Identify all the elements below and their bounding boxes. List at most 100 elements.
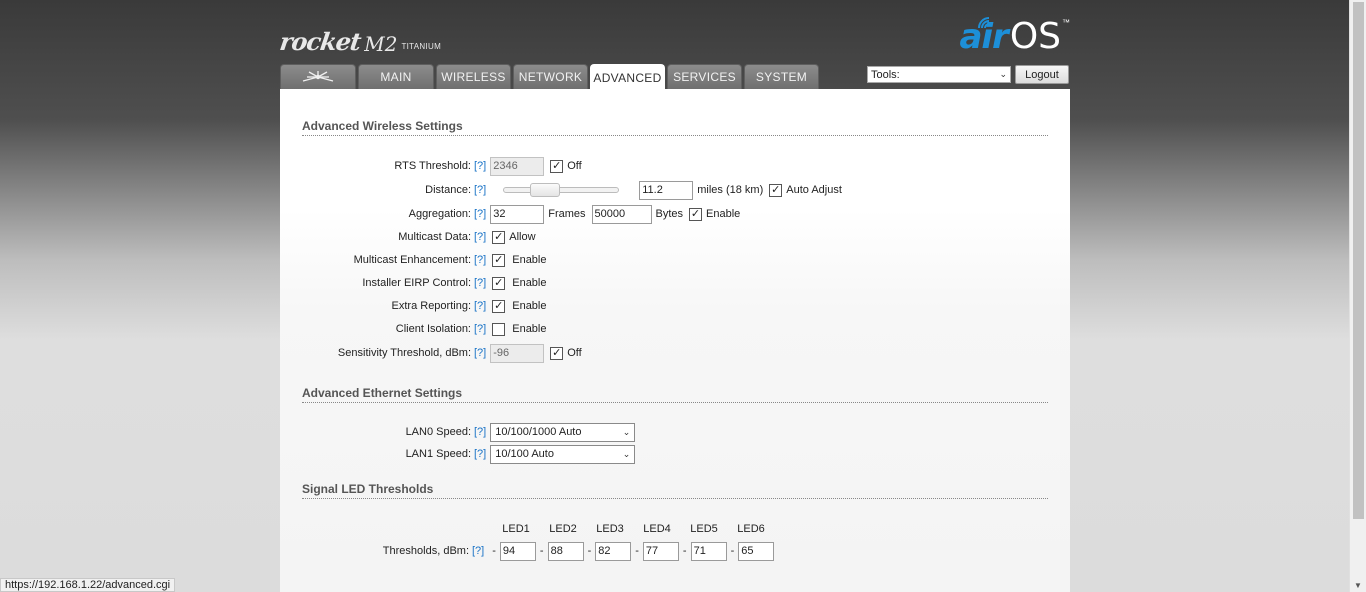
main-tabs: MAIN WIRELESS NETWORK ADVANCED SERVICES … — [280, 64, 819, 90]
lan0-speed-label: LAN0 Speed: — [405, 426, 471, 438]
led-thresholds-row: Thresholds, dBm: [?] - 94 - 88 - 82 - 77… — [280, 541, 775, 561]
tab-wireless[interactable]: WIRELESS — [436, 64, 511, 89]
help-link[interactable]: [?] — [472, 545, 484, 557]
lan0-speed-select[interactable]: 10/100/1000 Auto ⌄ — [490, 422, 636, 442]
multicast-data-checkbox[interactable]: ✓ — [492, 230, 506, 244]
lan1-speed-label: LAN1 Speed: — [405, 448, 471, 460]
multicast-enhancement-checkbox[interactable]: ✓ — [492, 253, 506, 267]
extra-reporting-option: Enable — [512, 300, 547, 312]
led-thresholds-label: Thresholds, dBm: — [382, 545, 469, 557]
led3-threshold-input[interactable]: 82 — [595, 541, 632, 561]
led-header: LED1 — [502, 523, 530, 535]
lan0-speed-value: 10/100/1000 Auto — [495, 426, 582, 438]
dash-separator: - — [730, 545, 735, 557]
settings-panel: Advanced Wireless Settings RTS Threshold… — [280, 89, 1070, 592]
tools-dropdown-value: Tools: — [871, 68, 900, 81]
distance-row: Distance: [?] 11.2 miles (18 km) ✓ Auto … — [280, 180, 842, 200]
help-link[interactable]: [?] — [474, 448, 486, 460]
led-header: LED6 — [737, 523, 765, 535]
aggregation-bytes-input[interactable]: 50000 — [591, 204, 652, 224]
chevron-down-icon: ⌄ — [622, 448, 631, 459]
help-link[interactable]: [?] — [474, 323, 486, 335]
led4-threshold-input[interactable]: 77 — [642, 541, 679, 561]
led5-threshold-input[interactable]: 71 — [690, 541, 727, 561]
tab-services[interactable]: SERVICES — [667, 64, 742, 89]
distance-input[interactable]: 11.2 — [639, 180, 694, 200]
frames-label: Frames — [548, 208, 586, 220]
product-logo: rocket M2 TITANIUM — [277, 27, 441, 56]
client-isolation-checkbox[interactable] — [492, 322, 506, 336]
help-link[interactable]: [?] — [474, 347, 486, 359]
help-link[interactable]: [?] — [474, 160, 486, 172]
sensitivity-off-checkbox[interactable]: ✓ — [550, 346, 564, 360]
help-link[interactable]: [?] — [474, 277, 486, 289]
help-link[interactable]: [?] — [474, 231, 486, 243]
aggregation-enable-checkbox[interactable]: ✓ — [689, 207, 703, 221]
led-header: LED2 — [549, 523, 577, 535]
section-title-wireless: Advanced Wireless Settings — [302, 119, 1048, 136]
dash-separator: - — [539, 545, 544, 557]
lan1-speed-row: LAN1 Speed: [?] 10/100 Auto ⌄ — [280, 444, 636, 464]
multicast-enhancement-row: Multicast Enhancement: [?] ✓ Enable — [280, 250, 547, 270]
wifi-signal-icon — [978, 17, 990, 29]
extra-reporting-checkbox[interactable]: ✓ — [492, 299, 506, 313]
rts-threshold-input[interactable]: 2346 — [490, 156, 545, 176]
rts-off-checkbox[interactable]: ✓ — [550, 159, 564, 173]
help-link[interactable]: [?] — [474, 208, 486, 220]
rts-off-label: Off — [567, 160, 582, 172]
product-model-name: rocket — [277, 27, 363, 56]
airos-logo-air: air — [959, 17, 1009, 56]
ubiquiti-logo-icon — [302, 71, 334, 82]
lan1-speed-value: 10/100 Auto — [495, 448, 554, 460]
help-link[interactable]: [?] — [474, 300, 486, 312]
dash-separator: - — [682, 545, 687, 557]
tab-main[interactable]: MAIN — [358, 64, 434, 89]
section-title-ethernet: Advanced Ethernet Settings — [302, 386, 1048, 403]
auto-adjust-label: Auto Adjust — [786, 184, 842, 196]
led-header: LED5 — [690, 523, 718, 535]
logout-button[interactable]: Logout — [1015, 65, 1069, 84]
aggregation-row: Aggregation: [?] 32 Frames 50000 Bytes ✓… — [280, 204, 740, 224]
aggregation-enable-label: Enable — [706, 208, 741, 220]
tab-ubiquiti-logo[interactable] — [280, 64, 356, 89]
distance-slider-handle[interactable] — [530, 183, 561, 197]
distance-slider[interactable] — [503, 183, 620, 197]
distance-label: Distance: — [425, 184, 471, 196]
sensitivity-input[interactable]: -96 — [490, 343, 545, 363]
multicast-data-row: Multicast Data: [?] ✓ Allow — [280, 227, 536, 247]
installer-eirp-checkbox[interactable]: ✓ — [492, 276, 506, 290]
tab-system[interactable]: SYSTEM — [744, 64, 819, 89]
led6-threshold-input[interactable]: 65 — [738, 541, 775, 561]
help-link[interactable]: [?] — [474, 426, 486, 438]
tab-advanced[interactable]: ADVANCED — [590, 64, 665, 90]
led-header: LED3 — [596, 523, 624, 535]
scroll-down-arrow-icon[interactable]: ▼ — [1354, 581, 1362, 590]
client-isolation-option: Enable — [512, 323, 547, 335]
tab-network[interactable]: NETWORK — [513, 64, 588, 89]
installer-eirp-row: Installer EIRP Control: [?] ✓ Enable — [280, 273, 547, 293]
extra-reporting-row: Extra Reporting: [?] ✓ Enable — [280, 296, 547, 316]
led-header: LED4 — [643, 523, 671, 535]
dash-separator: - — [492, 545, 496, 557]
auto-adjust-checkbox[interactable]: ✓ — [769, 183, 783, 197]
lan1-speed-select[interactable]: 10/100 Auto ⌄ — [490, 444, 636, 464]
section-title-led: Signal LED Thresholds — [302, 482, 1048, 499]
led2-threshold-input[interactable]: 88 — [547, 541, 584, 561]
aggregation-label: Aggregation: — [408, 208, 471, 220]
rts-threshold-label: RTS Threshold: — [394, 160, 471, 172]
lan0-speed-row: LAN0 Speed: [?] 10/100/1000 Auto ⌄ — [280, 422, 636, 442]
led1-threshold-input[interactable]: 94 — [499, 541, 536, 561]
client-isolation-label: Client Isolation: — [395, 323, 471, 335]
help-link[interactable]: [?] — [474, 184, 486, 196]
help-link[interactable]: [?] — [474, 254, 486, 266]
tools-dropdown[interactable]: Tools: ⌄ — [867, 66, 1011, 83]
product-model-suffix: M2 — [364, 32, 398, 56]
dash-separator: - — [587, 545, 592, 557]
scrollbar-thumb[interactable] — [1353, 2, 1364, 519]
chevron-down-icon: ⌄ — [999, 69, 1007, 79]
rts-threshold-row: RTS Threshold: [?] 2346 ✓ Off — [280, 156, 582, 176]
multicast-enhancement-option: Enable — [512, 254, 547, 266]
aggregation-frames-input[interactable]: 32 — [490, 204, 545, 224]
page-container: rocket M2 TITANIUM air OS ™ MAIN WIRELES… — [277, 0, 1070, 592]
vertical-scrollbar[interactable]: ▼ — [1349, 0, 1366, 592]
